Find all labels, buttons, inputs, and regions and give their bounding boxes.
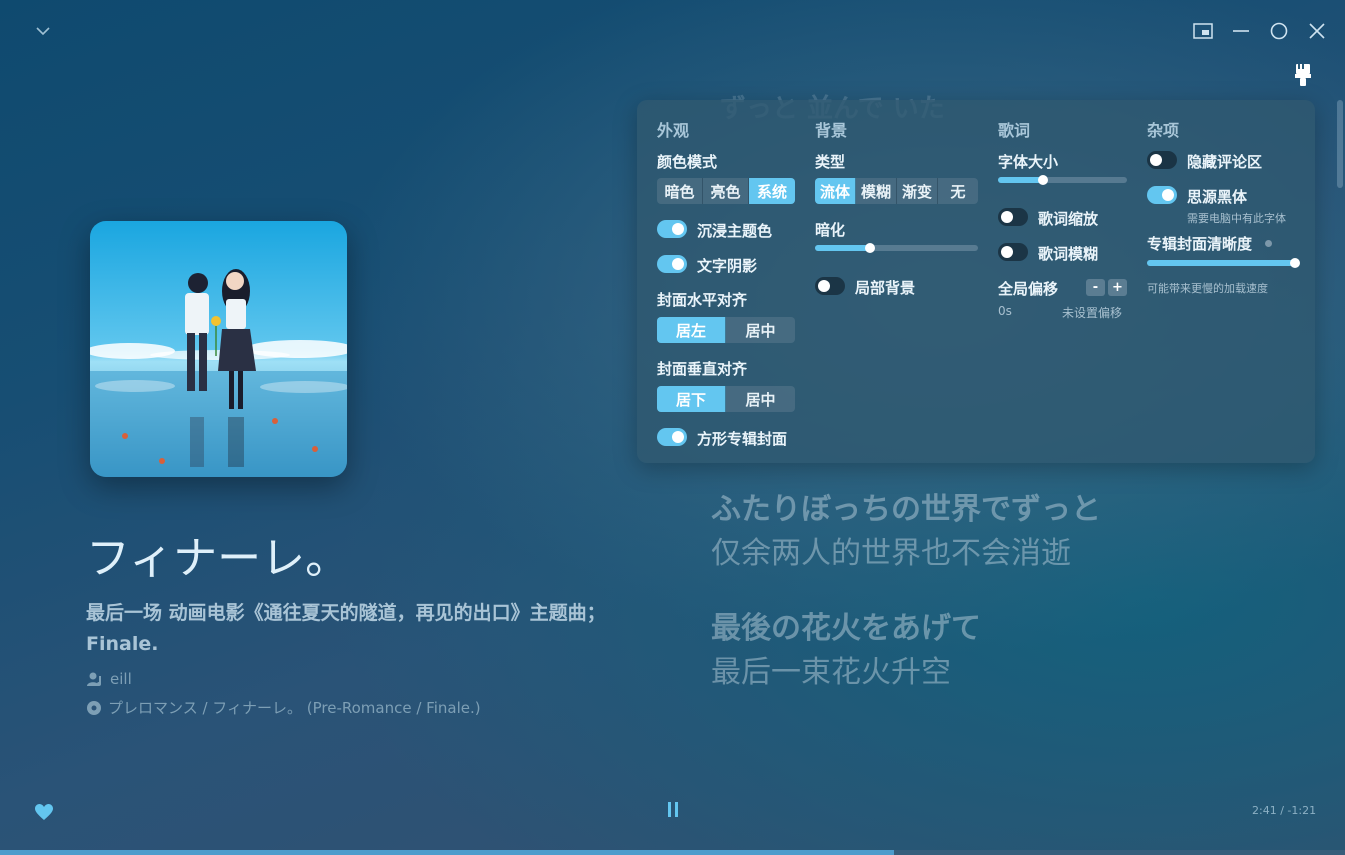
section-title-background: 背景 bbox=[815, 121, 848, 140]
hide-comments-label: 隐藏评论区 bbox=[1187, 153, 1263, 171]
album-row[interactable]: プレロマンス / フィナーレ。 (Pre-Romance / Finale.) bbox=[86, 697, 481, 718]
lyric-scale-label: 歌词缩放 bbox=[1038, 210, 1099, 228]
album-disc-icon bbox=[87, 700, 101, 715]
chevron-down-icon[interactable] bbox=[32, 22, 54, 40]
offset-status: 未设置偏移 bbox=[1062, 306, 1123, 320]
lyric-line-2[interactable]: 最後の花火をあげて 最后一束花火升空 bbox=[711, 607, 981, 695]
cover-h-align-option-left[interactable]: 居左 bbox=[657, 317, 726, 343]
hide-comments-toggle[interactable] bbox=[1147, 151, 1177, 169]
brush-icon[interactable] bbox=[1292, 62, 1314, 88]
bg-type-selector: 流体 模糊 渐变 无 bbox=[815, 178, 978, 204]
album-cover bbox=[90, 221, 347, 477]
song-title: フィナーレ。 bbox=[86, 533, 350, 584]
offset-label: 全局偏移 bbox=[998, 280, 1059, 298]
scrollbar[interactable] bbox=[1337, 100, 1343, 188]
cover-h-align-label: 封面水平对齐 bbox=[657, 291, 748, 309]
bg-type-option-fluid[interactable]: 流体 bbox=[815, 178, 856, 204]
color-mode-option-light[interactable]: 亮色 bbox=[703, 178, 749, 204]
bg-type-option-blur[interactable]: 模糊 bbox=[856, 178, 897, 204]
cover-quality-hint: 可能带来更慢的加载速度 bbox=[1147, 282, 1268, 295]
bg-type-label: 类型 bbox=[815, 153, 846, 171]
maximize-icon[interactable] bbox=[1266, 18, 1292, 44]
text-shadow-label: 文字阴影 bbox=[697, 257, 758, 275]
offset-value: 0s bbox=[998, 304, 1012, 318]
dim-label: 暗化 bbox=[815, 221, 846, 239]
partial-bg-toggle[interactable] bbox=[815, 277, 845, 295]
lyric-blur-label: 歌词模糊 bbox=[1038, 245, 1099, 263]
pause-icon[interactable] bbox=[665, 801, 681, 818]
source-han-toggle[interactable] bbox=[1147, 186, 1177, 204]
font-size-slider[interactable] bbox=[998, 175, 1127, 185]
lyric-scale-toggle[interactable] bbox=[998, 208, 1028, 226]
text-shadow-toggle[interactable] bbox=[657, 255, 687, 273]
square-cover-toggle[interactable] bbox=[657, 428, 687, 446]
cover-v-align-label: 封面垂直对齐 bbox=[657, 360, 748, 378]
bg-type-option-gradient[interactable]: 渐变 bbox=[897, 178, 938, 204]
color-mode-label: 颜色模式 bbox=[657, 153, 718, 171]
close-icon[interactable] bbox=[1304, 18, 1330, 44]
cover-v-align-option-bottom[interactable]: 居下 bbox=[657, 386, 726, 412]
immersive-theme-toggle[interactable] bbox=[657, 220, 687, 238]
lyric-blur-toggle[interactable] bbox=[998, 243, 1028, 261]
progress-bar[interactable] bbox=[0, 850, 1345, 855]
album-name[interactable]: プレロマンス / フィナーレ。 (Pre-Romance / Finale.) bbox=[108, 697, 481, 718]
color-mode-selector: 暗色 亮色 系统 bbox=[657, 178, 795, 204]
cover-v-align-selector: 居下 居中 bbox=[657, 386, 795, 412]
cover-h-align-option-center[interactable]: 居中 bbox=[726, 317, 795, 343]
offset-increase-button[interactable]: + bbox=[1108, 279, 1127, 296]
square-cover-label: 方形专辑封面 bbox=[697, 430, 788, 448]
info-dot-icon[interactable] bbox=[1265, 240, 1272, 247]
cover-h-align-selector: 居左 居中 bbox=[657, 317, 795, 343]
song-subtitle: 最后一场 动画电影《通往夏天的隧道，再见的出口》主题曲； Finale. bbox=[86, 602, 606, 655]
offset-decrease-button[interactable]: - bbox=[1086, 279, 1105, 296]
lyric-original: ふたりぼっちの世界でずっと bbox=[711, 492, 1101, 527]
cover-quality-slider[interactable] bbox=[1147, 258, 1300, 268]
source-han-label: 思源黑体 bbox=[1187, 188, 1248, 206]
section-title-misc: 杂项 bbox=[1147, 121, 1180, 140]
lyric-translation: 仅余两人的世界也不会消逝 bbox=[711, 536, 1071, 571]
bg-type-option-none[interactable]: 无 bbox=[938, 178, 978, 204]
time-display: 2:41 / -1:21 bbox=[1252, 804, 1317, 817]
settings-panel: 外观 颜色模式 暗色 亮色 系统 沉浸主题色 文字阴影 封面水平对齐 居左 居中… bbox=[637, 100, 1315, 463]
artist-icon bbox=[87, 672, 101, 686]
cover-quality-label: 专辑封面清晰度 bbox=[1147, 235, 1253, 253]
lyric-line-1[interactable]: ふたりぼっちの世界でずっと 仅余两人的世界也不会消逝 bbox=[711, 488, 1101, 576]
section-title-lyrics: 歌词 bbox=[998, 121, 1031, 140]
lyric-translation: 最后一束花火升空 bbox=[711, 655, 951, 690]
mini-player-icon[interactable] bbox=[1190, 18, 1216, 44]
heart-icon[interactable] bbox=[35, 804, 53, 821]
color-mode-option-dark[interactable]: 暗色 bbox=[657, 178, 703, 204]
immersive-theme-label: 沉浸主题色 bbox=[697, 222, 773, 240]
color-mode-option-system[interactable]: 系统 bbox=[749, 178, 795, 204]
artist-name[interactable]: eill bbox=[110, 670, 132, 688]
minimize-icon[interactable] bbox=[1228, 18, 1254, 44]
lyric-original: 最後の花火をあげて bbox=[711, 611, 981, 646]
section-title-appearance: 外观 bbox=[657, 121, 690, 140]
cover-v-align-option-center[interactable]: 居中 bbox=[726, 386, 795, 412]
partial-bg-label: 局部背景 bbox=[855, 279, 916, 297]
dim-slider[interactable] bbox=[815, 243, 978, 253]
source-han-hint: 需要电脑中有此字体 bbox=[1187, 212, 1286, 225]
font-size-label: 字体大小 bbox=[998, 153, 1059, 171]
artist-row[interactable]: eill bbox=[86, 670, 132, 688]
